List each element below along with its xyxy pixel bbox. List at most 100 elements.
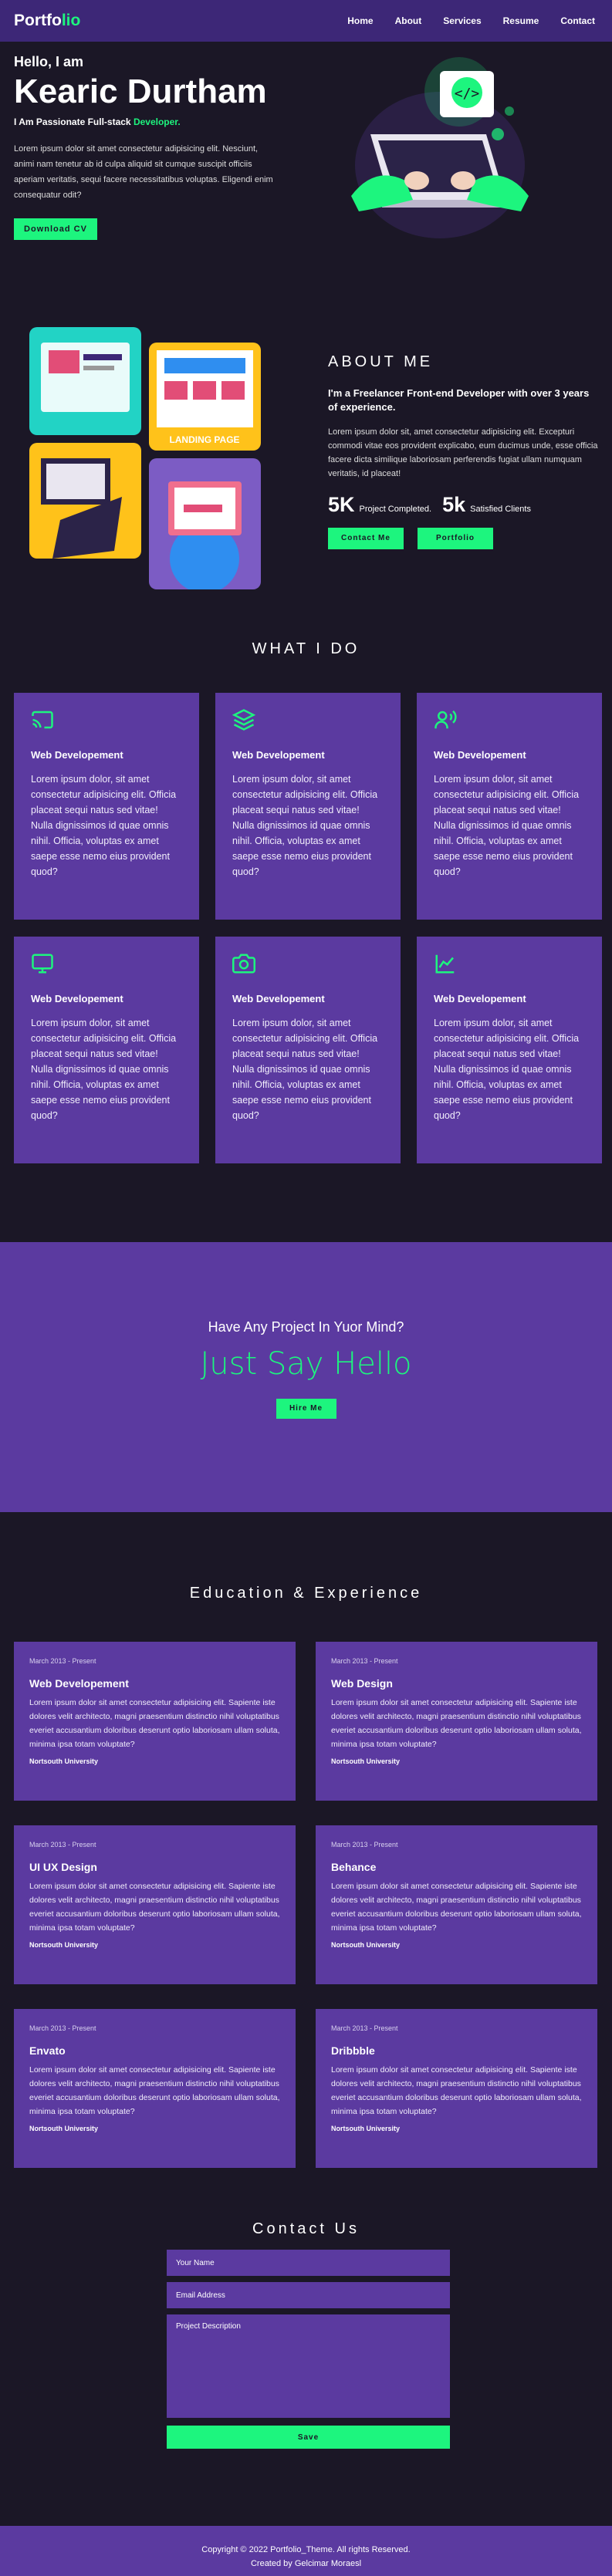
about-buttons: Contact Me Portfolio: [328, 528, 598, 549]
about-lead: I'm a Freelancer Front-end Developer wit…: [328, 387, 590, 413]
web-design-collage-illustration: LANDING PAGE: [29, 327, 261, 589]
hero-text: Hello, I am Kearic Durtham I Am Passiona…: [14, 54, 276, 241]
services-section: WHAT I DO Web Developement Lorem ipsum d…: [0, 628, 612, 1230]
education-date: March 2013 - Present: [29, 1657, 96, 1665]
line-chart-icon: [435, 954, 455, 974]
stat-label: Satisfied Clients: [470, 505, 531, 514]
footer-credit: Created by Gelcimar Moraesl: [250, 2559, 362, 2568]
hire-me-button[interactable]: Hire Me: [276, 1399, 336, 1419]
service-title: Web Developement: [31, 749, 123, 761]
logo-accent-text: lio: [61, 12, 81, 29]
footer-copyright: Copyright © 2022 Portfolio_Theme. All ri…: [201, 2545, 411, 2554]
education-title-text: Envato: [29, 2044, 66, 2057]
project-description-field[interactable]: [167, 2314, 450, 2418]
email-field[interactable]: [167, 2282, 450, 2308]
contact-title: Contact Us: [252, 2220, 360, 2237]
about-title: ABOUT ME: [328, 353, 434, 370]
voice-user-icon: [434, 710, 457, 729]
collage-label: LANDING PAGE: [169, 434, 239, 445]
stat-label: Project Completed.: [359, 505, 432, 514]
education-school: Nortsouth University: [331, 2125, 401, 2132]
education-date: March 2013 - Present: [331, 1657, 398, 1665]
service-card: Web Developement Lorem ipsum dolor, sit …: [215, 937, 401, 1163]
service-description: Lorem ipsum dolor, sit amet consectetur …: [434, 1018, 580, 1121]
layers-icon: [232, 709, 256, 731]
education-title-text: Dribbble: [331, 2044, 375, 2057]
education-title-text: Web Design: [331, 1677, 393, 1690]
education-description: Lorem ipsum dolor sit amet consectetur a…: [331, 2065, 582, 2116]
hire-section: Have Any Project In Yuor Mind? Just Say …: [0, 1242, 612, 1512]
service-card: Web Developement Lorem ipsum dolor, sit …: [14, 693, 199, 920]
hero-role-highlight: Developer.: [133, 116, 181, 128]
service-description: Lorem ipsum dolor, sit amet consectetur …: [31, 774, 177, 877]
nav-item-home[interactable]: Home: [347, 15, 373, 26]
service-title: Web Developement: [434, 749, 526, 761]
education-school: Nortsouth University: [331, 1757, 401, 1765]
service-title: Web Developement: [232, 749, 325, 761]
education-date: March 2013 - Present: [331, 1841, 398, 1848]
services-grid: Web Developement Lorem ipsum dolor, sit …: [14, 693, 602, 1163]
about-section: LANDING PAGE ABOUT ME I'm a Freelancer F…: [0, 273, 612, 628]
about-text: ABOUT ME I'm a Freelancer Front-end Deve…: [328, 353, 598, 549]
monitor-icon: [32, 954, 53, 974]
education-school: Nortsouth University: [29, 1941, 99, 1949]
education-school: Nortsouth University: [29, 2125, 99, 2132]
education-card: March 2013 - Present Envato Lorem ipsum …: [14, 2009, 296, 2168]
service-description: Lorem ipsum dolor, sit amet consectetur …: [31, 1018, 177, 1121]
camera-icon: [232, 954, 255, 974]
hero-name: Kearic Durtham: [14, 73, 267, 110]
hero-greeting: Hello, I am: [14, 54, 84, 69]
education-grid: March 2013 - Present Web Developement Lo…: [14, 1642, 598, 2168]
education-school: Nortsouth University: [29, 1757, 99, 1765]
stat-value: 5K: [328, 493, 355, 516]
service-description: Lorem ipsum dolor, sit amet consectetur …: [232, 1018, 378, 1121]
download-cv-button[interactable]: Download CV: [14, 218, 97, 241]
service-title: Web Developement: [232, 993, 325, 1004]
education-description: Lorem ipsum dolor sit amet consectetur a…: [331, 1698, 582, 1749]
education-title: Education & Experience: [189, 1585, 423, 1602]
hire-question: Have Any Project In Yuor Mind?: [208, 1319, 404, 1335]
hero-role-text: I Am Passionate Full-stack: [14, 116, 131, 128]
education-card: March 2013 - Present Web Design Lorem ip…: [316, 1642, 597, 1801]
name-field[interactable]: [167, 2250, 450, 2276]
education-title-text: Behance: [331, 1861, 377, 1873]
stats: 5K Project Completed. 5k Satisfied Clients: [328, 493, 598, 517]
about-description: Lorem ipsum dolor sit, amet consectetur …: [328, 427, 598, 478]
service-title: Web Developement: [31, 993, 123, 1004]
navbar: Portfolio Home About Services Resume Con…: [0, 0, 612, 42]
nav-item-about[interactable]: About: [395, 15, 422, 26]
service-title: Web Developement: [434, 993, 526, 1004]
service-description: Lorem ipsum dolor, sit amet consectetur …: [434, 774, 580, 877]
education-title-text: UI UX Design: [29, 1861, 97, 1873]
hero-section: Hello, I am Kearic Durtham I Am Passiona…: [0, 42, 612, 273]
nav-item-resume[interactable]: Resume: [503, 15, 539, 26]
education-date: March 2013 - Present: [331, 2024, 398, 2032]
education-description: Lorem ipsum dolor sit amet consectetur a…: [29, 1698, 280, 1749]
service-card: Web Developement Lorem ipsum dolor, sit …: [14, 937, 199, 1163]
service-card: Web Developement Lorem ipsum dolor, sit …: [417, 693, 602, 920]
hire-headline: Just Say Hello: [200, 1346, 412, 1382]
nav-item-services[interactable]: Services: [443, 15, 481, 26]
education-school: Nortsouth University: [331, 1941, 401, 1949]
nav-item-contact[interactable]: Contact: [560, 15, 595, 26]
hero-description: Lorem ipsum dolor sit amet consectetur a…: [14, 144, 273, 201]
contact-me-button[interactable]: Contact Me: [328, 528, 404, 549]
education-card: March 2013 - Present UI UX Design Lorem …: [14, 1825, 296, 1984]
logo[interactable]: Portfolio: [14, 12, 80, 30]
developer-laptop-illustration: </>: [351, 57, 529, 238]
stat-clients: 5k Satisfied Clients: [442, 493, 531, 517]
education-description: Lorem ipsum dolor sit amet consectetur a…: [29, 1882, 280, 1933]
save-button[interactable]: Save: [167, 2426, 450, 2449]
svg-text:</>: </>: [455, 86, 480, 102]
stat-projects: 5K Project Completed.: [328, 493, 431, 517]
portfolio-button[interactable]: Portfolio: [418, 528, 493, 549]
footer: Copyright © 2022 Portfolio_Theme. All ri…: [0, 2526, 612, 2576]
service-card: Web Developement Lorem ipsum dolor, sit …: [215, 693, 401, 920]
education-section: Education & Experience March 2013 - Pres…: [0, 1512, 612, 2191]
contact-form: Save: [167, 2250, 450, 2449]
education-card: March 2013 - Present Dribbble Lorem ipsu…: [316, 2009, 597, 2168]
education-title-text: Web Developement: [29, 1677, 129, 1690]
logo-text: Portfo: [14, 12, 62, 29]
hero-role: I Am Passionate Full-stack Developer.: [14, 116, 276, 127]
education-date: March 2013 - Present: [29, 2024, 96, 2032]
